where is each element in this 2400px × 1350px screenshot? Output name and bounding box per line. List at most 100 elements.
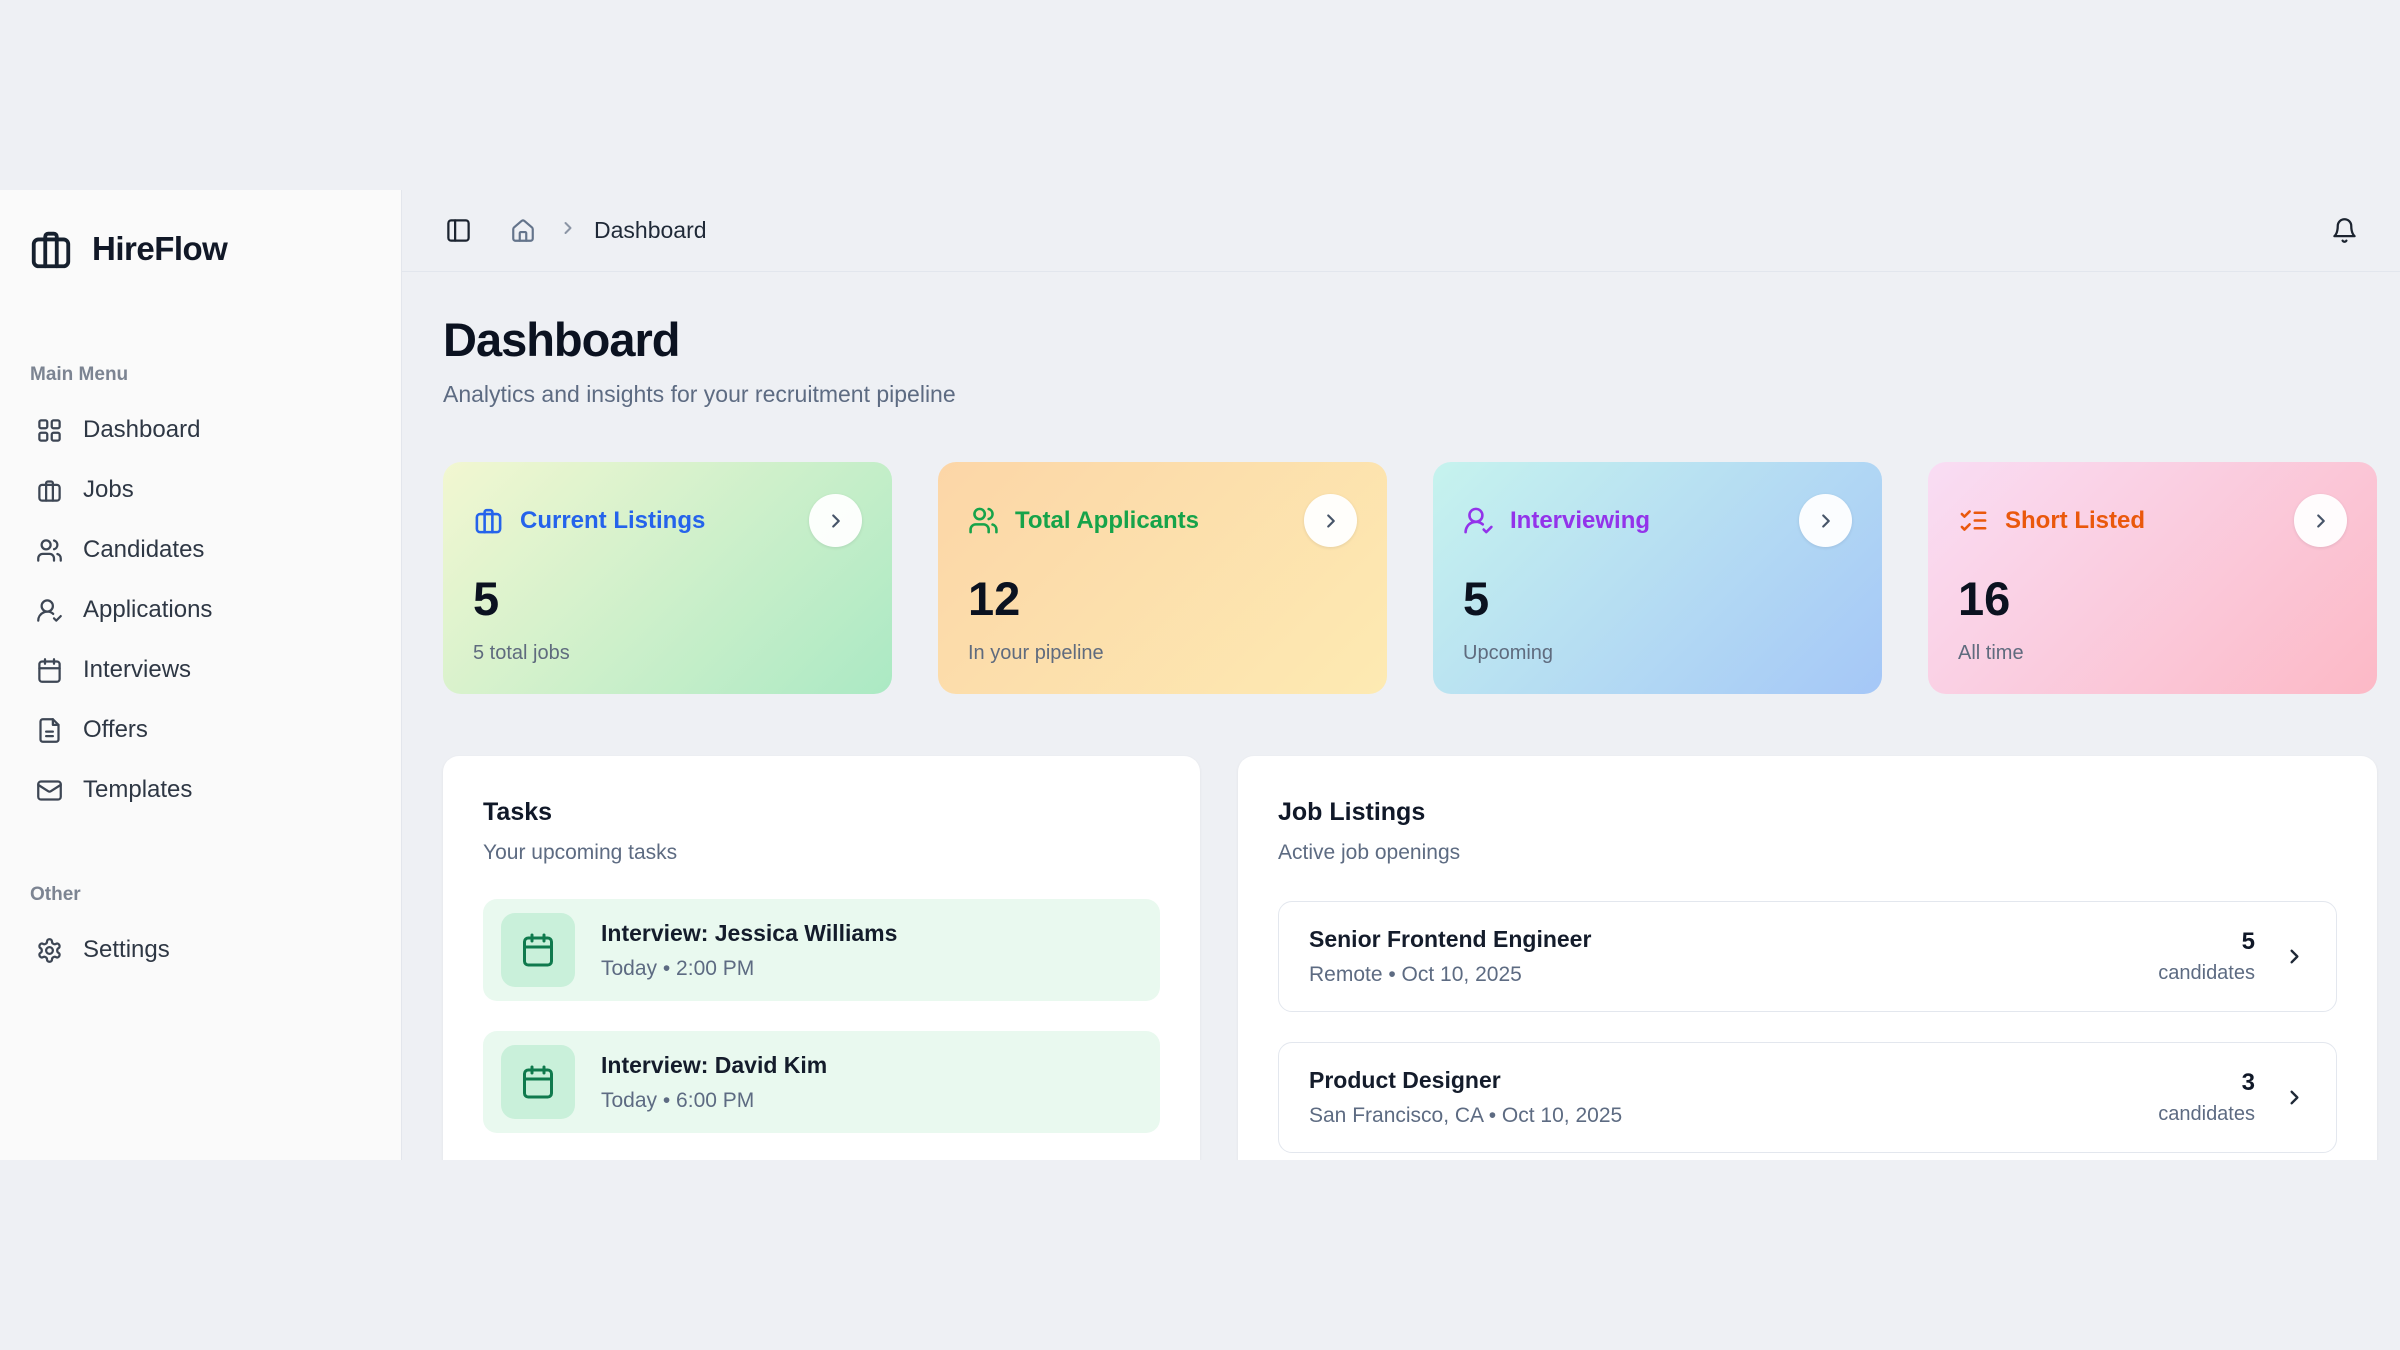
job-meta: Remote • Oct 10, 2025 bbox=[1309, 963, 1591, 987]
task-title: Interview: Jessica Williams bbox=[601, 920, 897, 947]
job-listings-card: Job Listings Active job openings Senior … bbox=[1238, 756, 2377, 1160]
job-listings-title: Job Listings bbox=[1278, 798, 2337, 827]
chevron-right-icon bbox=[2310, 510, 2332, 532]
user-check-icon bbox=[1463, 505, 1494, 536]
chevron-right-icon bbox=[825, 510, 847, 532]
sidebar-item-dashboard[interactable]: Dashboard bbox=[26, 400, 375, 460]
chevron-right-icon bbox=[1815, 510, 1837, 532]
task-icon-tile bbox=[501, 913, 575, 987]
stat-card-short-listed[interactable]: Short Listed 16 All time bbox=[1928, 462, 2377, 694]
sidebar-item-label: Interviews bbox=[83, 656, 191, 684]
list-checks-icon bbox=[1958, 505, 1989, 536]
stat-label: Short Listed bbox=[2005, 507, 2145, 535]
topbar: Dashboard bbox=[402, 190, 2400, 272]
tasks-subtitle: Your upcoming tasks bbox=[483, 841, 1160, 865]
sidebar-nav-other: Settings bbox=[26, 920, 375, 980]
page-title: Dashboard bbox=[443, 312, 2377, 367]
briefcase-icon bbox=[473, 505, 504, 536]
job-count-label: candidates bbox=[2158, 962, 2255, 985]
stat-arrow-button[interactable] bbox=[809, 494, 862, 547]
stat-caption: 5 total jobs bbox=[473, 642, 862, 665]
sidebar-item-candidates[interactable]: Candidates bbox=[26, 520, 375, 580]
job-title: Product Designer bbox=[1309, 1067, 1622, 1094]
sidebar-item-settings[interactable]: Settings bbox=[26, 920, 375, 980]
stat-card-total-applicants[interactable]: Total Applicants 12 In your pipeline bbox=[938, 462, 1387, 694]
stat-label: Current Listings bbox=[520, 507, 705, 535]
chevron-right-icon bbox=[558, 218, 578, 238]
brand: HireFlow bbox=[26, 226, 375, 272]
task-title: Interview: David Kim bbox=[601, 1052, 827, 1079]
sidebar-item-label: Templates bbox=[83, 776, 192, 804]
bell-icon bbox=[2331, 217, 2358, 244]
sidebar-item-label: Settings bbox=[83, 936, 170, 964]
page-subtitle: Analytics and insights for your recruitm… bbox=[443, 381, 2377, 408]
sidebar-item-label: Dashboard bbox=[83, 416, 200, 444]
breadcrumb-home-button[interactable] bbox=[510, 218, 536, 244]
notifications-button[interactable] bbox=[2331, 217, 2358, 244]
job-meta: San Francisco, CA • Oct 10, 2025 bbox=[1309, 1104, 1622, 1128]
stat-cards-row: Current Listings 5 5 total jobs Total Ap… bbox=[443, 462, 2377, 694]
sidebar-section-label-other: Other bbox=[30, 884, 375, 906]
sidebar-item-templates[interactable]: Templates bbox=[26, 760, 375, 820]
sidebar-item-offers[interactable]: Offers bbox=[26, 700, 375, 760]
chevron-right-icon bbox=[2283, 1086, 2306, 1109]
job-count-number: 3 bbox=[2158, 1069, 2255, 1097]
task-item[interactable]: Interview: Jessica Williams Today • 2:00… bbox=[483, 899, 1160, 1001]
stat-label: Total Applicants bbox=[1015, 507, 1199, 535]
stat-arrow-button[interactable] bbox=[1799, 494, 1852, 547]
job-row-chevron bbox=[2283, 945, 2306, 968]
stat-caption: Upcoming bbox=[1463, 642, 1852, 665]
stat-card-current-listings[interactable]: Current Listings 5 5 total jobs bbox=[443, 462, 892, 694]
breadcrumb-current: Dashboard bbox=[594, 217, 707, 244]
job-candidate-count: 5 candidates bbox=[2158, 928, 2255, 985]
sidebar-item-applications[interactable]: Applications bbox=[26, 580, 375, 640]
briefcase-icon bbox=[36, 477, 63, 504]
breadcrumb-separator bbox=[558, 218, 578, 243]
calendar-icon bbox=[36, 657, 63, 684]
main-area: Dashboard Dashboard Analytics and insigh… bbox=[402, 190, 2400, 1160]
calendar-icon bbox=[520, 932, 556, 968]
bottom-cards-row: Tasks Your upcoming tasks Interview: Jes… bbox=[443, 756, 2377, 1160]
app-window: HireFlow Main Menu Dashboard Jobs Candid… bbox=[0, 190, 2400, 1160]
job-listing-row[interactable]: Product Designer San Francisco, CA • Oct… bbox=[1278, 1042, 2337, 1153]
sidebar-item-label: Offers bbox=[83, 716, 148, 744]
sidebar-item-label: Applications bbox=[83, 596, 212, 624]
sidebar-item-jobs[interactable]: Jobs bbox=[26, 460, 375, 520]
job-row-chevron bbox=[2283, 1086, 2306, 1109]
tasks-title: Tasks bbox=[483, 798, 1160, 827]
stat-value: 5 bbox=[473, 571, 862, 626]
home-icon bbox=[510, 218, 536, 244]
chevron-right-icon bbox=[2283, 945, 2306, 968]
panel-left-icon bbox=[445, 217, 472, 244]
page-content: Dashboard Analytics and insights for you… bbox=[402, 272, 2400, 1160]
stat-value: 16 bbox=[1958, 571, 2347, 626]
brand-name: HireFlow bbox=[92, 230, 227, 268]
stat-card-interviewing[interactable]: Interviewing 5 Upcoming bbox=[1433, 462, 1882, 694]
stat-caption: In your pipeline bbox=[968, 642, 1357, 665]
stat-arrow-button[interactable] bbox=[1304, 494, 1357, 547]
stat-label: Interviewing bbox=[1510, 507, 1650, 535]
job-count-number: 5 bbox=[2158, 928, 2255, 956]
task-meta: Today • 6:00 PM bbox=[601, 1089, 827, 1113]
sidebar-item-interviews[interactable]: Interviews bbox=[26, 640, 375, 700]
job-candidate-count: 3 candidates bbox=[2158, 1069, 2255, 1126]
job-listings-subtitle: Active job openings bbox=[1278, 841, 2337, 865]
sidebar-toggle-button[interactable] bbox=[445, 217, 472, 244]
stat-arrow-button[interactable] bbox=[2294, 494, 2347, 547]
users-icon bbox=[36, 537, 63, 564]
user-check-icon bbox=[36, 597, 63, 624]
task-item[interactable]: Interview: David Kim Today • 6:00 PM bbox=[483, 1031, 1160, 1133]
stat-value: 5 bbox=[1463, 571, 1852, 626]
stat-value: 12 bbox=[968, 571, 1357, 626]
mail-icon bbox=[36, 777, 63, 804]
task-icon-tile bbox=[501, 1045, 575, 1119]
job-title: Senior Frontend Engineer bbox=[1309, 926, 1591, 953]
tasks-card: Tasks Your upcoming tasks Interview: Jes… bbox=[443, 756, 1200, 1160]
task-meta: Today • 2:00 PM bbox=[601, 957, 897, 981]
calendar-icon bbox=[520, 1064, 556, 1100]
job-count-label: candidates bbox=[2158, 1103, 2255, 1126]
dashboard-icon bbox=[36, 417, 63, 444]
sidebar-section-label-main-menu: Main Menu bbox=[30, 364, 375, 386]
job-listing-row[interactable]: Senior Frontend Engineer Remote • Oct 10… bbox=[1278, 901, 2337, 1012]
stat-caption: All time bbox=[1958, 642, 2347, 665]
